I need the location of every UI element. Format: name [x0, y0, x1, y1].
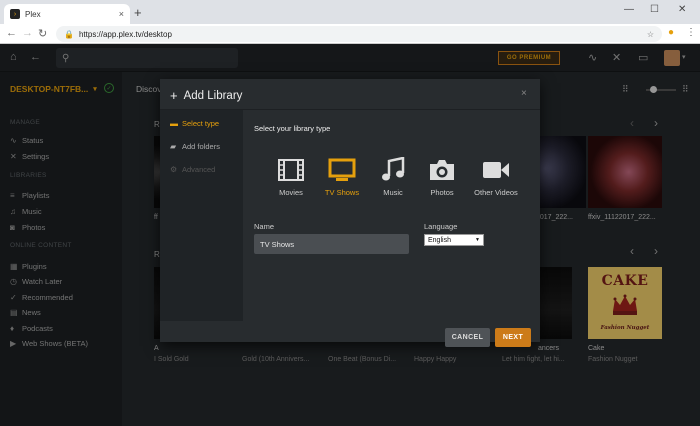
type-option-music[interactable]: Music — [365, 156, 421, 200]
url-field[interactable]: 🔒 https://app.plex.tv/desktop ☆ — [56, 26, 662, 42]
maximize-icon[interactable]: ☐ — [650, 4, 659, 15]
step-select-type[interactable]: ▬ Select type — [170, 119, 219, 128]
browser-address-bar: ← → ↻ 🔒 https://app.plex.tv/desktop ☆ ● … — [0, 24, 700, 44]
dialog-header: + Add Library × — [160, 79, 540, 110]
tab-close-icon[interactable]: × — [119, 9, 124, 19]
type-label: Other Videos — [474, 188, 518, 197]
video-camera-icon — [463, 156, 529, 184]
language-select[interactable]: English ▼ — [424, 234, 484, 246]
plex-favicon-icon: › — [10, 9, 20, 19]
window-close-icon[interactable]: ✕ — [678, 4, 686, 15]
type-label: Music — [383, 188, 403, 197]
gear-icon: ⚙ — [170, 165, 178, 174]
name-label: Name — [254, 222, 275, 231]
step-add-folders[interactable]: ▰ Add folders — [170, 142, 220, 151]
plex-extension-icon[interactable]: ● — [668, 27, 674, 38]
back-icon[interactable]: ← — [6, 27, 17, 39]
type-option-tv-shows[interactable]: TV Shows — [314, 156, 370, 200]
plus-icon: + — [170, 88, 178, 103]
bookmark-star-icon[interactable]: ☆ — [647, 30, 654, 39]
cancel-button[interactable]: CANCEL — [445, 328, 490, 347]
dialog-title: + Add Library — [170, 88, 242, 103]
type-label: Photos — [430, 188, 454, 197]
dialog-title-text: Add Library — [183, 89, 243, 102]
folder-icon: ▰ — [170, 142, 177, 151]
chevron-down-icon: ▼ — [475, 237, 480, 243]
minimize-icon[interactable]: — — [624, 4, 634, 15]
select-type-prompt: Select your library type — [254, 124, 331, 133]
browser-tab-title: Plex — [25, 9, 41, 19]
library-type-options: Movies TV Shows Music Photos Other Video… — [263, 156, 523, 200]
next-button[interactable]: NEXT — [495, 328, 531, 347]
close-icon[interactable]: × — [521, 88, 527, 99]
step-label: Select type — [182, 119, 220, 128]
new-tab-button[interactable]: + — [134, 5, 142, 20]
tv-icon — [314, 156, 370, 184]
film-icon — [263, 156, 319, 184]
url-text: https://app.plex.tv/desktop — [78, 29, 172, 39]
step-advanced: ⚙ Advanced — [170, 165, 215, 174]
browser-tab-bar: › Plex × + — ☐ ✕ — [0, 0, 700, 24]
dialog-body: Select your library type Movies TV Shows… — [243, 110, 540, 321]
add-library-dialog: + Add Library × ▬ Select type ▰ Add fold… — [160, 79, 540, 347]
step-label: Advanced — [182, 165, 216, 174]
language-value: English — [428, 236, 451, 244]
library-name-field[interactable]: TV Shows — [254, 234, 409, 254]
dialog-steps: ▬ Select type ▰ Add folders ⚙ Advanced — [160, 110, 243, 321]
type-label: TV Shows — [324, 188, 360, 197]
type-option-photos[interactable]: Photos — [414, 156, 470, 200]
drive-icon: ▬ — [170, 119, 178, 128]
music-note-icon — [365, 156, 421, 184]
language-label: Language — [424, 222, 458, 231]
browser-menu-icon[interactable]: ⋮ — [686, 27, 696, 38]
type-option-movies[interactable]: Movies — [263, 156, 319, 200]
reload-icon[interactable]: ↻ — [38, 27, 47, 40]
step-label: Add folders — [182, 142, 220, 151]
camera-icon — [414, 156, 470, 184]
type-label: Movies — [279, 188, 303, 197]
lock-icon: 🔒 — [64, 29, 74, 39]
browser-tab[interactable]: › Plex × — [4, 4, 130, 24]
forward-icon[interactable]: → — [22, 27, 33, 39]
type-option-other-videos[interactable]: Other Videos — [463, 156, 529, 200]
